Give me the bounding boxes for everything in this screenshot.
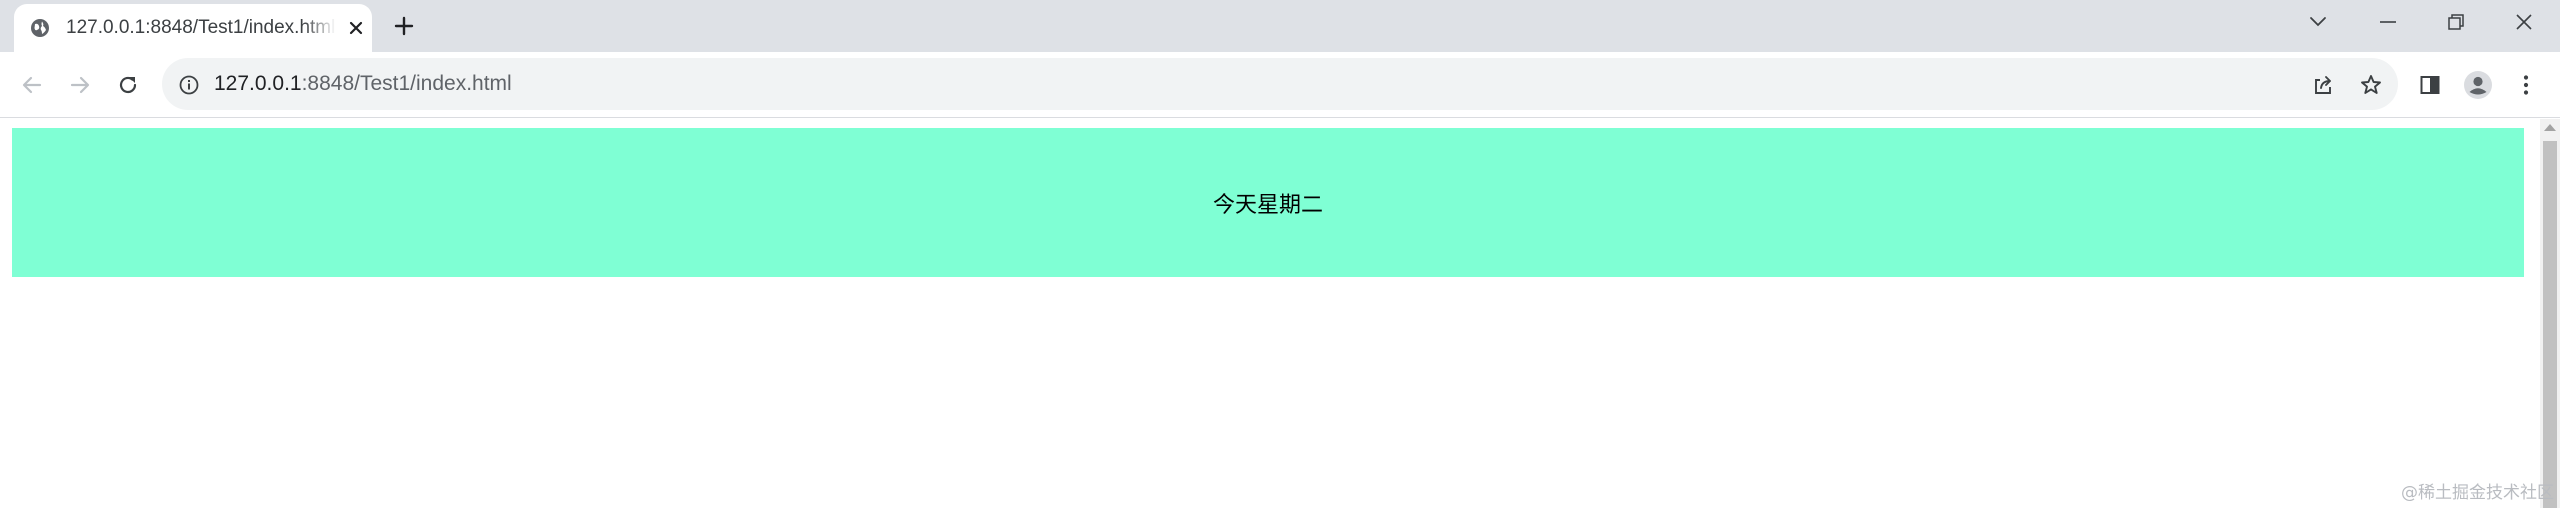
globe-icon xyxy=(30,18,50,38)
browser-toolbar: 127.0.0.1:8848/Test1/index.html xyxy=(0,52,2560,118)
vertical-scrollbar[interactable] xyxy=(2540,119,2560,508)
banner-text: 今天星期二 xyxy=(1212,192,1323,218)
scrollbar-thumb[interactable] xyxy=(2543,141,2557,508)
url-text[interactable]: 127.0.0.1:8848/Test1/index.html xyxy=(214,71,512,97)
share-icon[interactable] xyxy=(2310,72,2336,98)
profile-avatar-icon[interactable] xyxy=(2460,67,2496,103)
minimize-icon[interactable] xyxy=(2354,0,2422,44)
side-panel-icon[interactable] xyxy=(2412,67,2448,103)
address-bar[interactable]: 127.0.0.1:8848/Test1/index.html xyxy=(162,58,2398,110)
tab-strip: 127.0.0.1:8848/Test1/index.html xyxy=(0,0,2560,52)
browser-tab[interactable]: 127.0.0.1:8848/Test1/index.html xyxy=(14,4,372,52)
reload-icon[interactable] xyxy=(110,67,146,103)
tab-close-icon[interactable] xyxy=(344,16,368,40)
info-icon[interactable] xyxy=(178,74,200,96)
page-viewport: 今天星期二 xyxy=(0,119,2540,508)
day-banner: 今天星期二 xyxy=(12,128,2524,277)
forward-arrow-icon[interactable] xyxy=(62,67,98,103)
back-arrow-icon[interactable] xyxy=(14,67,50,103)
kebab-menu-icon[interactable] xyxy=(2508,67,2544,103)
scroll-up-arrow-icon[interactable] xyxy=(2544,124,2556,131)
url-path: :8848/Test1/index.html xyxy=(301,72,512,95)
new-tab-button[interactable] xyxy=(390,12,418,40)
url-host: 127.0.0.1 xyxy=(214,72,302,95)
close-window-icon[interactable] xyxy=(2490,0,2558,44)
restore-icon[interactable] xyxy=(2422,0,2490,44)
tab-search-icon[interactable] xyxy=(2284,0,2352,44)
bookmark-star-icon[interactable] xyxy=(2358,72,2384,98)
watermark: @稀土掘金技术社区 xyxy=(2401,483,2554,503)
tab-title: 127.0.0.1:8848/Test1/index.html xyxy=(66,17,336,38)
